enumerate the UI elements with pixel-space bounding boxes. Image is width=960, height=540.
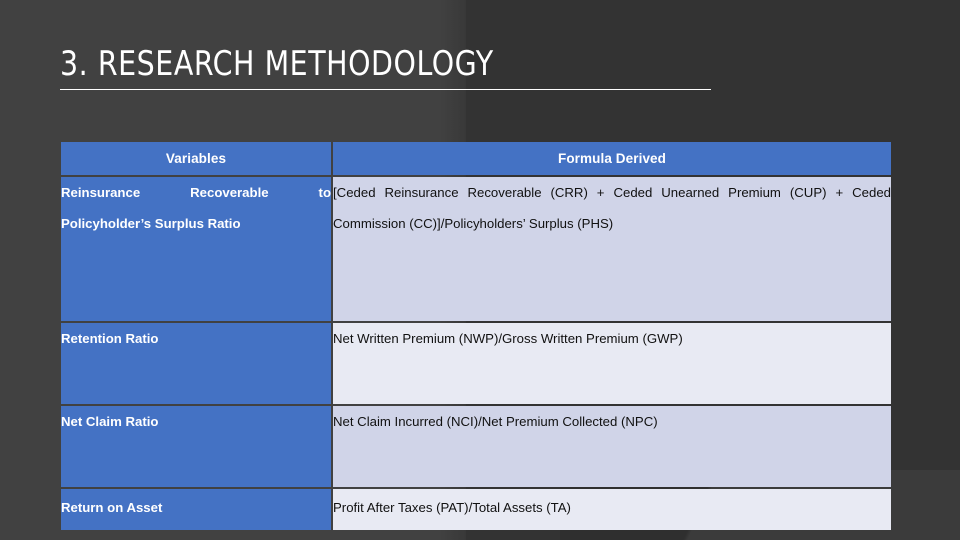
table-row: Retention Ratio Net Written Premium (NWP… xyxy=(61,323,891,404)
column-header-formula: Formula Derived xyxy=(333,142,891,175)
formula-cell: [Ceded Reinsurance Recoverable (CRR) + C… xyxy=(333,177,891,321)
table-row: Net Claim Ratio Net Claim Incurred (NCI)… xyxy=(61,406,891,487)
table-row: Reinsurance Recoverable to Policyholder’… xyxy=(61,177,891,321)
variables-formula-table: Variables Formula Derived Reinsurance Re… xyxy=(59,140,893,532)
page-title: 3. RESEARCH METHODOLOGY xyxy=(60,44,494,84)
variable-cell: Retention Ratio xyxy=(61,323,331,404)
table-body: Reinsurance Recoverable to Policyholder’… xyxy=(61,177,891,530)
formula-cell: Net Claim Incurred (NCI)/Net Premium Col… xyxy=(333,406,891,487)
title-block: 3. RESEARCH METHODOLOGY xyxy=(60,44,760,91)
methodology-table: Variables Formula Derived Reinsurance Re… xyxy=(59,140,891,532)
table-header-row: Variables Formula Derived xyxy=(61,142,891,175)
title-underline-rule xyxy=(60,89,711,91)
formula-cell: Net Written Premium (NWP)/Gross Written … xyxy=(333,323,891,404)
table-row: Return on Asset Profit After Taxes (PAT)… xyxy=(61,489,891,530)
table-header: Variables Formula Derived xyxy=(61,142,891,175)
variable-cell: Reinsurance Recoverable to Policyholder’… xyxy=(61,177,331,321)
column-header-variables: Variables xyxy=(61,142,331,175)
variable-cell: Return on Asset xyxy=(61,489,331,530)
formula-cell: Profit After Taxes (PAT)/Total Assets (T… xyxy=(333,489,891,530)
slide-canvas: 3. RESEARCH METHODOLOGY Variables Formul… xyxy=(0,0,960,540)
variable-cell: Net Claim Ratio xyxy=(61,406,331,487)
